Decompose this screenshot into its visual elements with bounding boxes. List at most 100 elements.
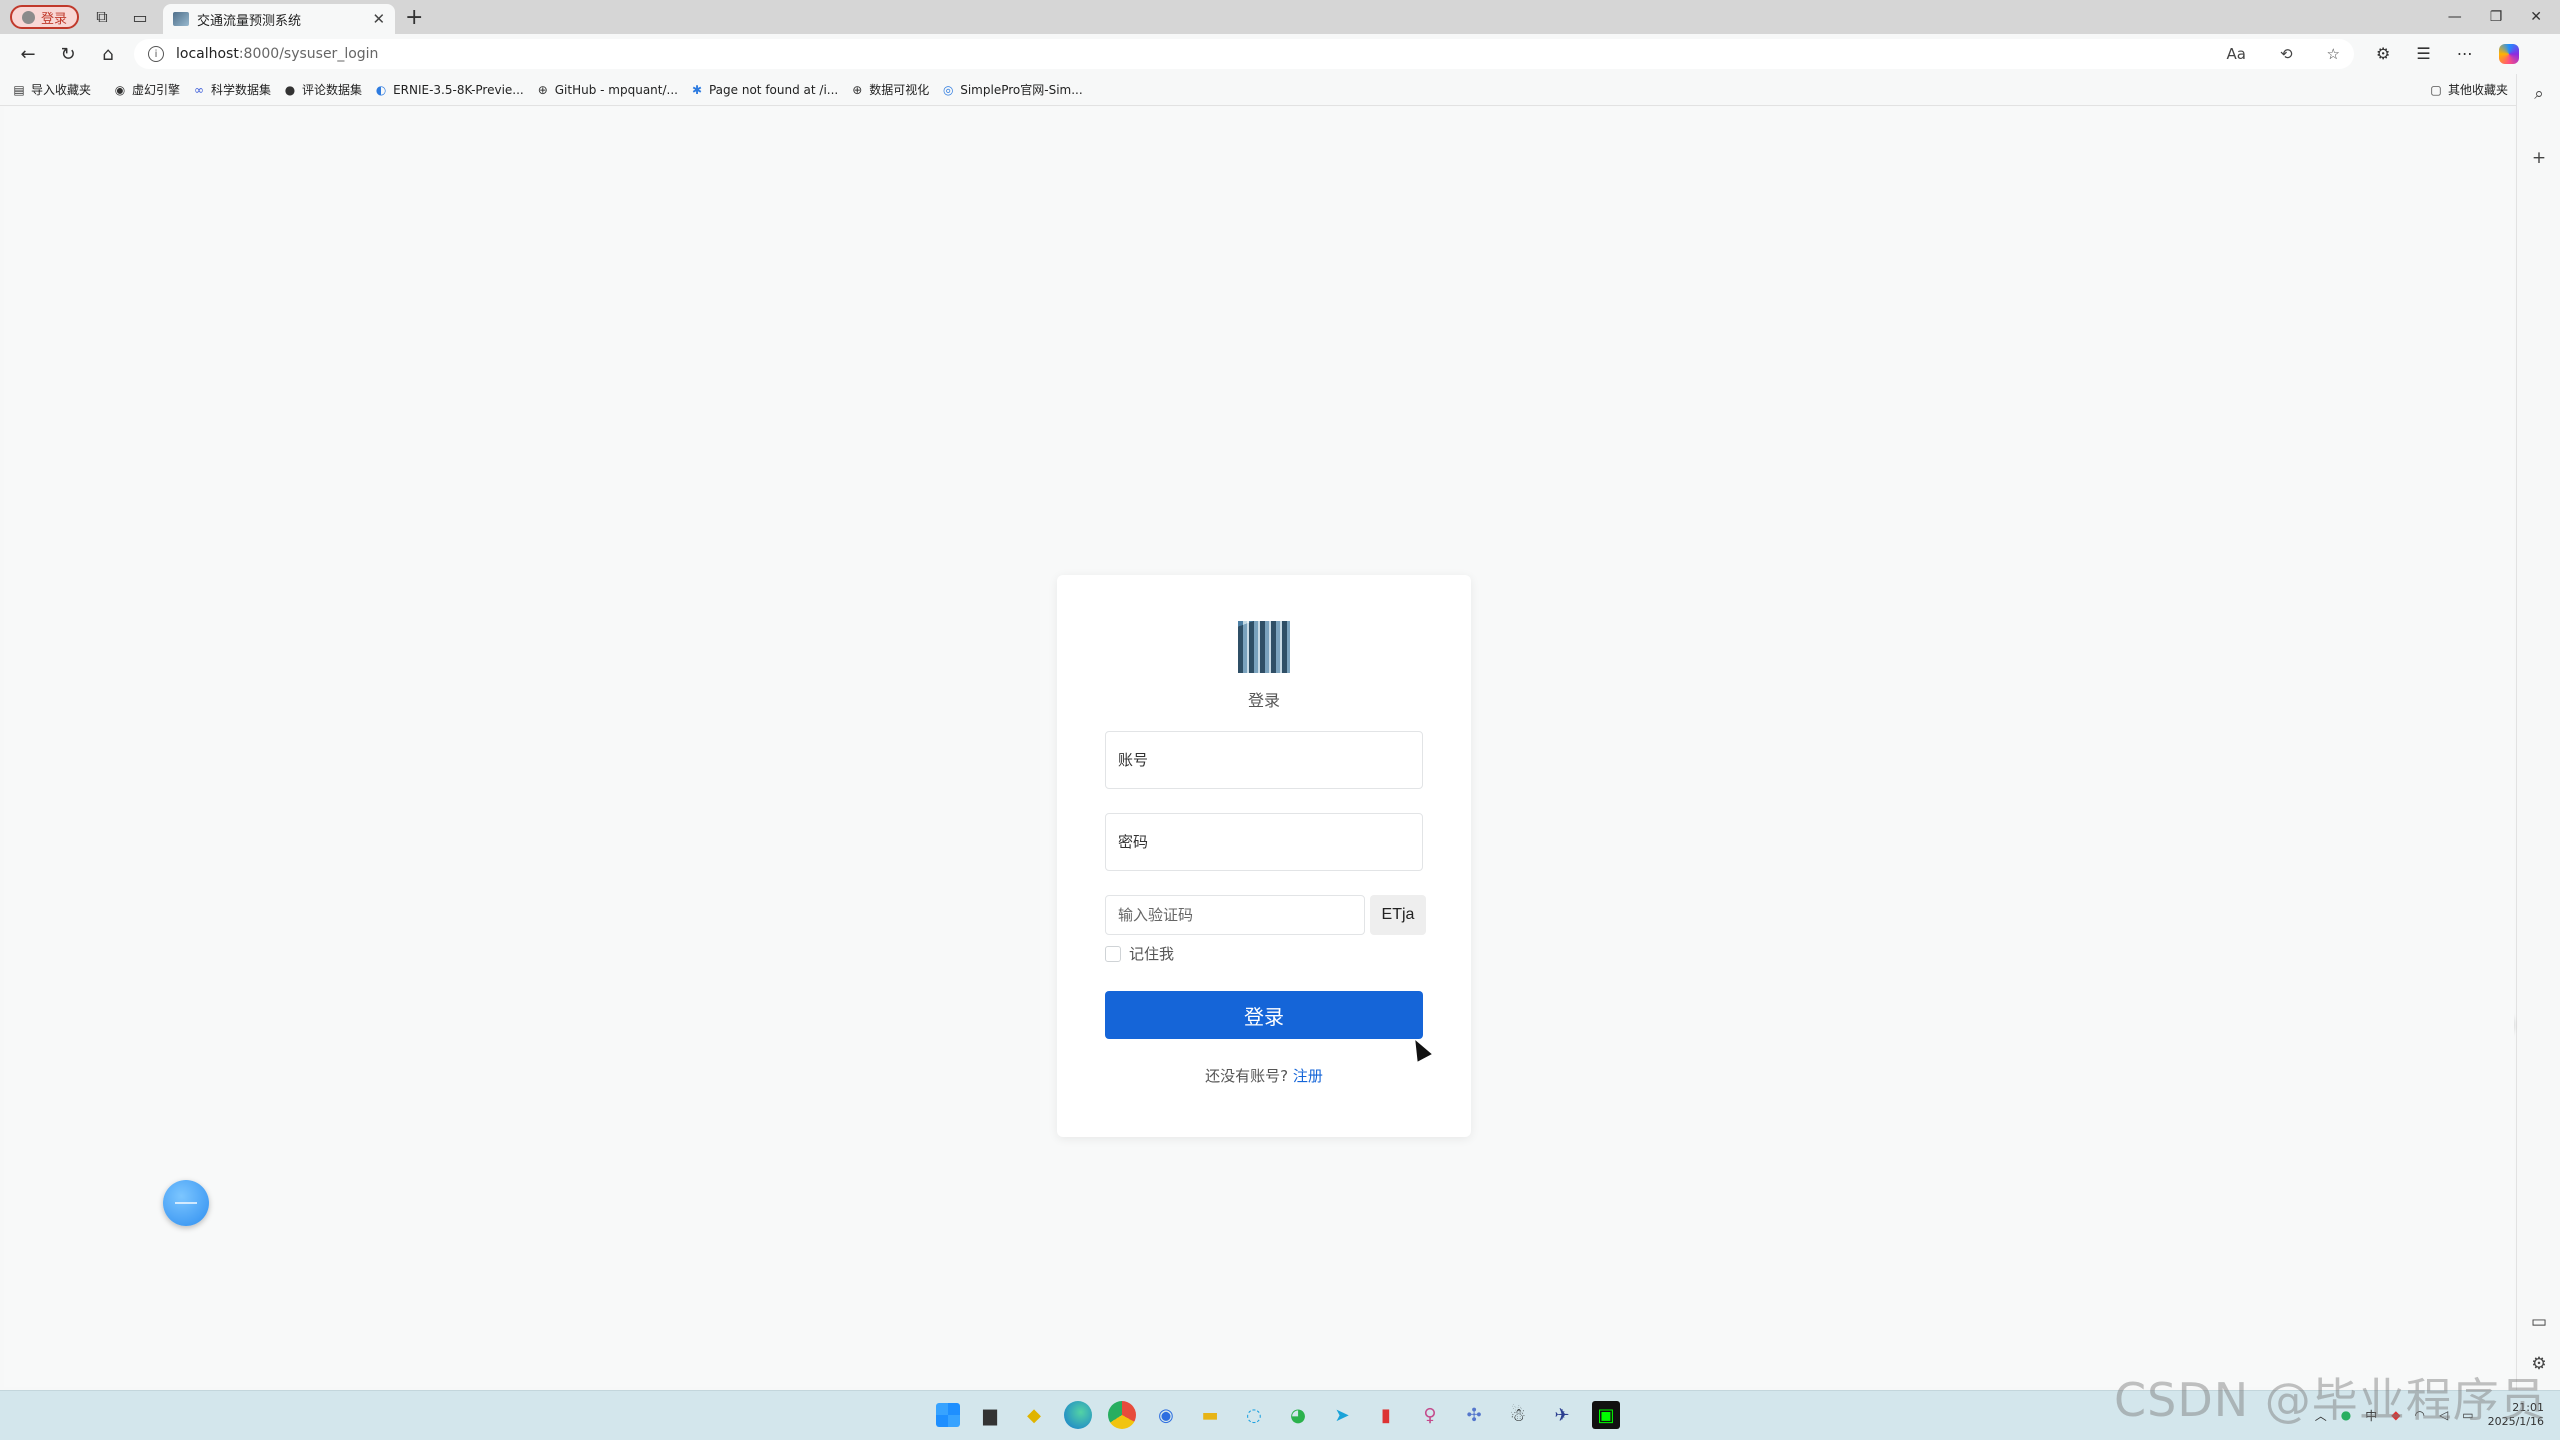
url-input[interactable]: i localhost:8000/sysuser_login Aa ⟲ ☆: [134, 39, 2354, 69]
new-tab-button[interactable]: +: [405, 5, 423, 30]
bookmark-label: 虚幻引擎: [132, 83, 181, 97]
address-bar-row: ← ↻ ⌂ i localhost:8000/sysuser_login Aa …: [0, 34, 2560, 74]
minimize-button[interactable]: —: [2448, 9, 2462, 25]
globe-icon: ⊕: [852, 82, 863, 97]
captcha-code[interactable]: ETja: [1370, 895, 1426, 935]
password-input[interactable]: [1105, 813, 1423, 871]
signal-icon[interactable]: ◉: [1152, 1401, 1180, 1429]
captcha-input[interactable]: [1105, 895, 1365, 935]
infinity-icon: ∞: [194, 82, 205, 97]
character-app-icon[interactable]: ♀: [1416, 1401, 1444, 1429]
github-icon: ●: [284, 82, 296, 97]
bookmark-label: GitHub - mpquant/...: [554, 82, 678, 97]
restore-button[interactable]: ❐: [2490, 9, 2503, 25]
avatar: [22, 10, 35, 24]
floating-ball-widget[interactable]: [163, 1180, 209, 1226]
more-menu-icon[interactable]: ⋯: [2457, 44, 2473, 64]
login-button[interactable]: 登录: [1105, 991, 1423, 1039]
task-view-icon[interactable]: ▆: [976, 1401, 1004, 1429]
start-windows-icon[interactable]: [936, 1403, 960, 1427]
bookmark-other-folder[interactable]: ▢ 其他收藏夹: [2429, 81, 2508, 98]
bookmark-science-data[interactable]: ∞ 科学数据集: [192, 81, 271, 98]
ernie-icon: ◐: [375, 82, 387, 97]
remember-me[interactable]: 记住我: [1105, 943, 1174, 964]
bookmarks-bar: ▤ 导入收藏夹 ◉ 虚幻引擎 ∞ 科学数据集 ● 评论数据集 ◐ ERNIE-3.5-8K…: [0, 74, 2520, 106]
no-account-text: 还没有账号?: [1205, 1067, 1289, 1085]
logo-image: [1238, 621, 1290, 673]
shield-icon[interactable]: ◆: [1020, 1401, 1048, 1429]
django-icon: ✱: [691, 82, 703, 97]
window-controls: — ❐ ✕: [2448, 9, 2560, 25]
bookmark-review-data[interactable]: ● 评论数据集: [283, 81, 362, 98]
vpn-app-icon[interactable]: ✈: [1548, 1401, 1576, 1429]
qq-penguin-icon[interactable]: ☃: [1504, 1401, 1532, 1429]
bookmark-label: 导入收藏夹: [31, 83, 92, 97]
close-window-button[interactable]: ✕: [2530, 9, 2542, 25]
tab-actions-icon[interactable]: ▭: [125, 2, 155, 32]
login-card: 登录 ETja 记住我 登录 还没有账号? 注册: [1057, 575, 1471, 1137]
wechat-icon[interactable]: ◕: [1284, 1401, 1312, 1429]
bookmark-label: SimplePro官网-Sim...: [960, 83, 1083, 97]
workspaces-icon[interactable]: ⧉: [87, 2, 117, 32]
login-title: 登录: [1247, 691, 1280, 710]
pin-app-icon[interactable]: ➤: [1328, 1401, 1356, 1429]
unreal-icon: ◉: [114, 82, 126, 97]
favorite-star-icon[interactable]: ☆: [2327, 45, 2340, 63]
browser-sidebar: ⌕ + ▭ ⚙: [2516, 74, 2560, 1390]
site-info-icon[interactable]: i: [148, 46, 164, 62]
pycharm-icon[interactable]: ▣: [1592, 1401, 1620, 1429]
remember-checkbox[interactable]: [1105, 945, 1121, 962]
bookmark-label: 科学数据集: [211, 83, 272, 97]
bookmark-unreal[interactable]: ◉ 虚幻引擎: [113, 81, 180, 98]
tab-close-icon[interactable]: ✕: [372, 10, 385, 28]
tab-title: 交通流量预测系统: [197, 13, 302, 29]
bookmark-data-vis[interactable]: ⊕ 数据可视化: [850, 81, 929, 98]
bookmark-ernie[interactable]: ◐ ERNIE-3.5-8K-Previe...: [374, 83, 524, 97]
url-host: localhost: [176, 46, 239, 62]
profile-label: 登录: [41, 11, 68, 27]
bookmark-label: 数据可视化: [869, 83, 930, 97]
browser-tab-bar: 登录 ⧉ ▭ 交通流量预测系统 ✕ + — ❐ ✕: [0, 0, 2560, 34]
bookmark-import[interactable]: ▤ 导入收藏夹: [12, 81, 91, 98]
bookmark-github[interactable]: ⊕ GitHub - mpquant/...: [536, 83, 678, 97]
edge-icon[interactable]: [1064, 1401, 1092, 1429]
read-aloud-icon[interactable]: Aa: [2227, 45, 2246, 63]
search-icon[interactable]: ⌕: [2529, 84, 2549, 104]
tab-favicon: [173, 12, 190, 26]
simplepro-icon: ◎: [942, 82, 954, 97]
remember-label: 记住我: [1129, 945, 1175, 963]
extensions-icon[interactable]: ⚙: [2376, 44, 2390, 64]
register-link[interactable]: 注册: [1293, 1067, 1323, 1085]
bookmark-page-not-found[interactable]: ✱ Page not found at /i...: [690, 83, 838, 97]
folder-icon: ▢: [2430, 82, 2442, 97]
url-path: :8000/sysuser_login: [238, 46, 379, 62]
bookmark-simplepro[interactable]: ◎ SimplePro官网-Sim...: [941, 81, 1083, 98]
bookmark-label: ERNIE-3.5-8K-Previe...: [393, 82, 524, 97]
url-text: localhost:8000/sysuser_login: [176, 46, 378, 62]
globe-icon: ⊕: [537, 82, 548, 97]
page-content: 登录 ETja 记住我 登录 还没有账号? 注册: [4, 107, 2514, 1387]
red-app-icon[interactable]: ▮: [1372, 1401, 1400, 1429]
translate-icon[interactable]: ⟲: [2280, 45, 2293, 63]
profile-button[interactable]: 登录: [10, 5, 80, 29]
tab-active[interactable]: 交通流量预测系统 ✕: [163, 4, 396, 34]
favorites-icon[interactable]: ☰: [2416, 44, 2430, 64]
bookmark-label: Page not found at /i...: [708, 82, 839, 97]
home-icon[interactable]: ⌂: [88, 44, 128, 65]
file-explorer-icon[interactable]: ▬: [1196, 1401, 1224, 1429]
csdn-watermark: CSDN @毕业程序员: [2114, 1373, 2547, 1427]
chrome-icon[interactable]: [1108, 1401, 1136, 1429]
bookmark-label: 评论数据集: [302, 83, 363, 97]
copilot-icon[interactable]: [2498, 44, 2519, 64]
network-app-icon[interactable]: ✣: [1460, 1401, 1488, 1429]
screen-icon[interactable]: ▭: [2529, 1312, 2549, 1332]
refresh-icon[interactable]: ↻: [48, 44, 88, 65]
back-arrow-icon[interactable]: ←: [8, 44, 48, 65]
taskbar-apps: ▆ ◆ ◉ ▬ ◌ ◕ ➤ ▮ ♀ ✣ ☃ ✈ ▣: [936, 1401, 1620, 1429]
toolbar-right: ⚙ ☰ ⋯: [2376, 44, 2519, 64]
bookmark-label: 其他收藏夹: [2447, 83, 2508, 97]
chat-icon[interactable]: ◌: [1240, 1401, 1268, 1429]
register-prompt: 还没有账号? 注册: [1057, 1065, 1471, 1086]
add-icon[interactable]: +: [2529, 148, 2549, 168]
username-input[interactable]: [1105, 731, 1423, 789]
